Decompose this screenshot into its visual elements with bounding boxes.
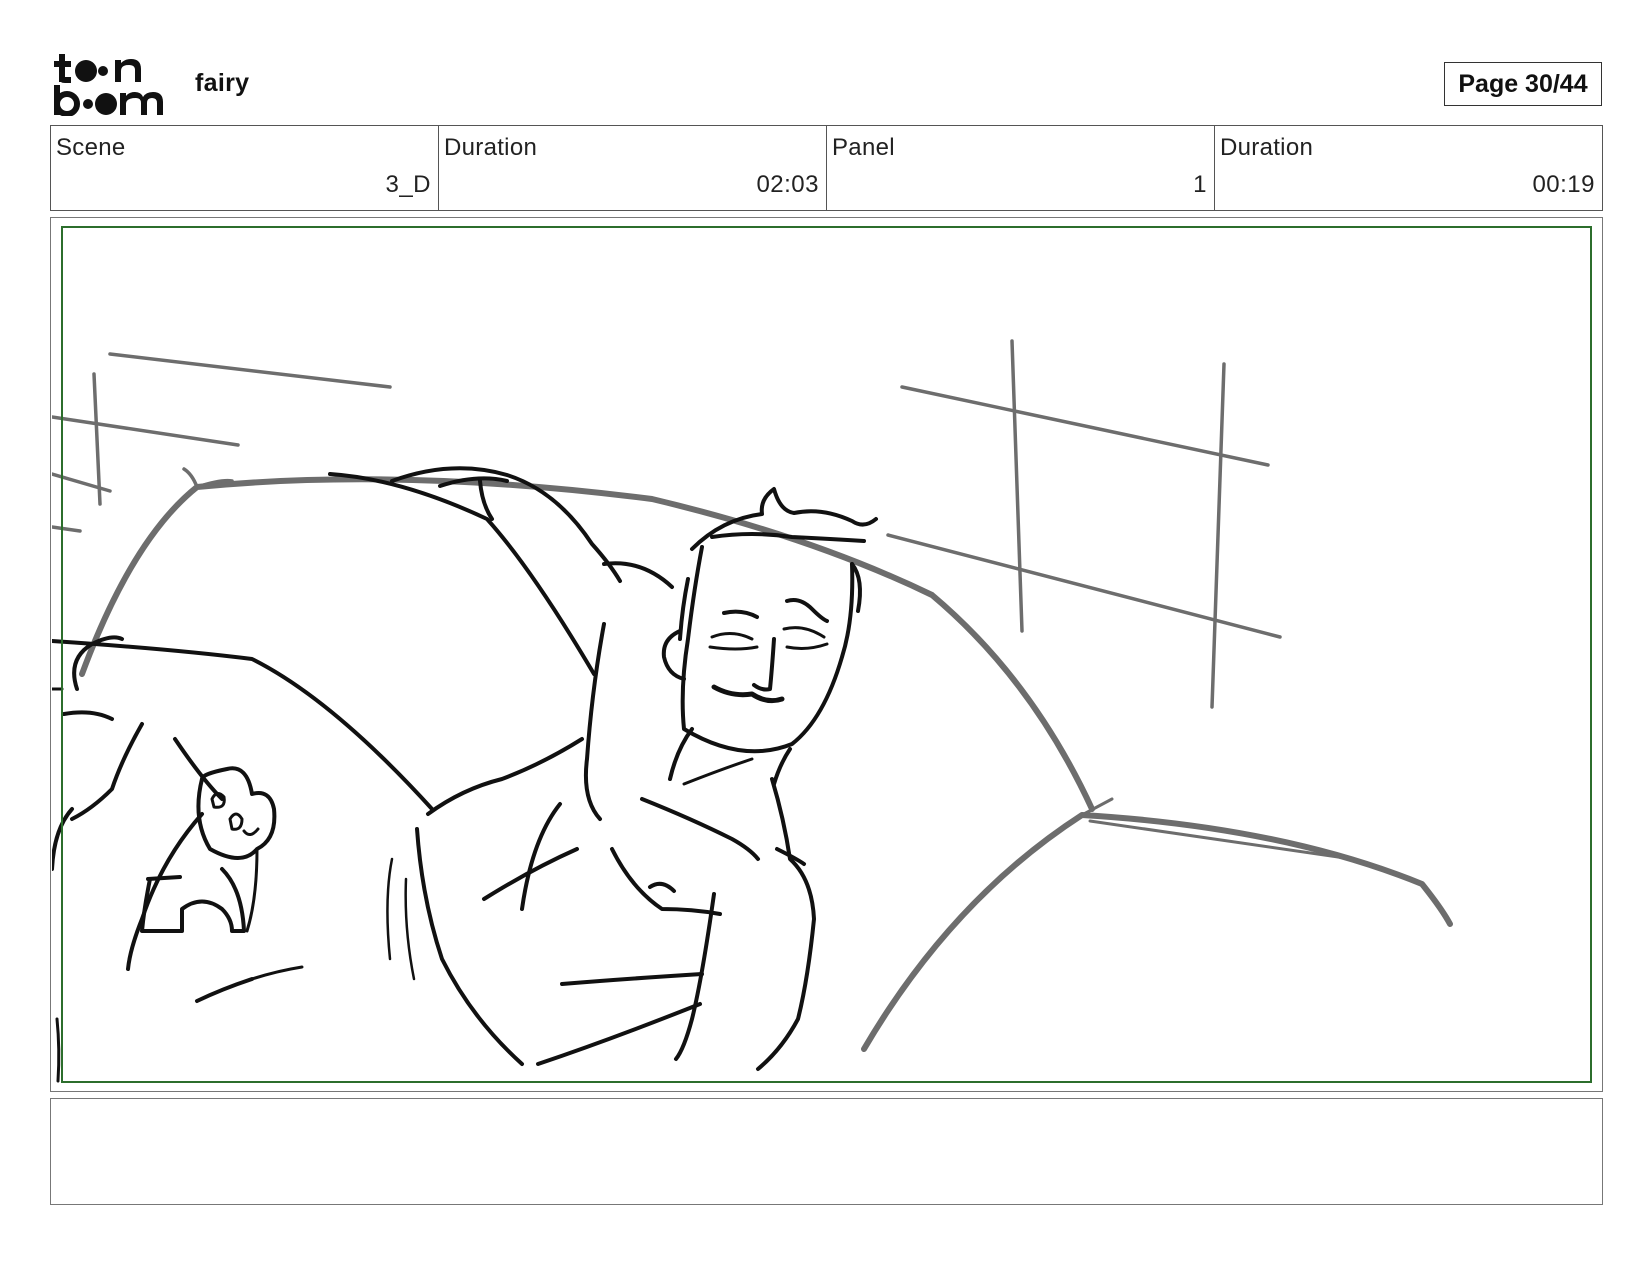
panel-value: 1 <box>1193 171 1207 198</box>
panel-cell: Panel 1 <box>827 126 1215 210</box>
panel-safe-area <box>61 226 1592 1083</box>
panel-duration-label: Duration <box>1220 134 1314 161</box>
scene-duration-cell: Duration 02:03 <box>439 126 827 210</box>
toon-boom-logo <box>54 54 163 116</box>
page-indicator: Page 30/44 <box>1444 62 1602 106</box>
scene-value: 3_D <box>385 171 431 198</box>
panel-notes-box <box>50 1098 1603 1205</box>
project-name: fairy <box>195 69 250 97</box>
scene-duration-value: 02:03 <box>756 171 819 198</box>
scene-duration-label: Duration <box>444 134 538 161</box>
scene-label: Scene <box>56 134 126 161</box>
panel-duration-cell: Duration 00:19 <box>1215 126 1602 210</box>
scene-cell: Scene 3_D <box>51 126 439 210</box>
panel-duration-value: 00:19 <box>1532 171 1595 198</box>
panel-label: Panel <box>832 134 895 161</box>
panel-info-table: Scene 3_D Duration 02:03 Panel 1 Duratio… <box>50 125 1603 211</box>
